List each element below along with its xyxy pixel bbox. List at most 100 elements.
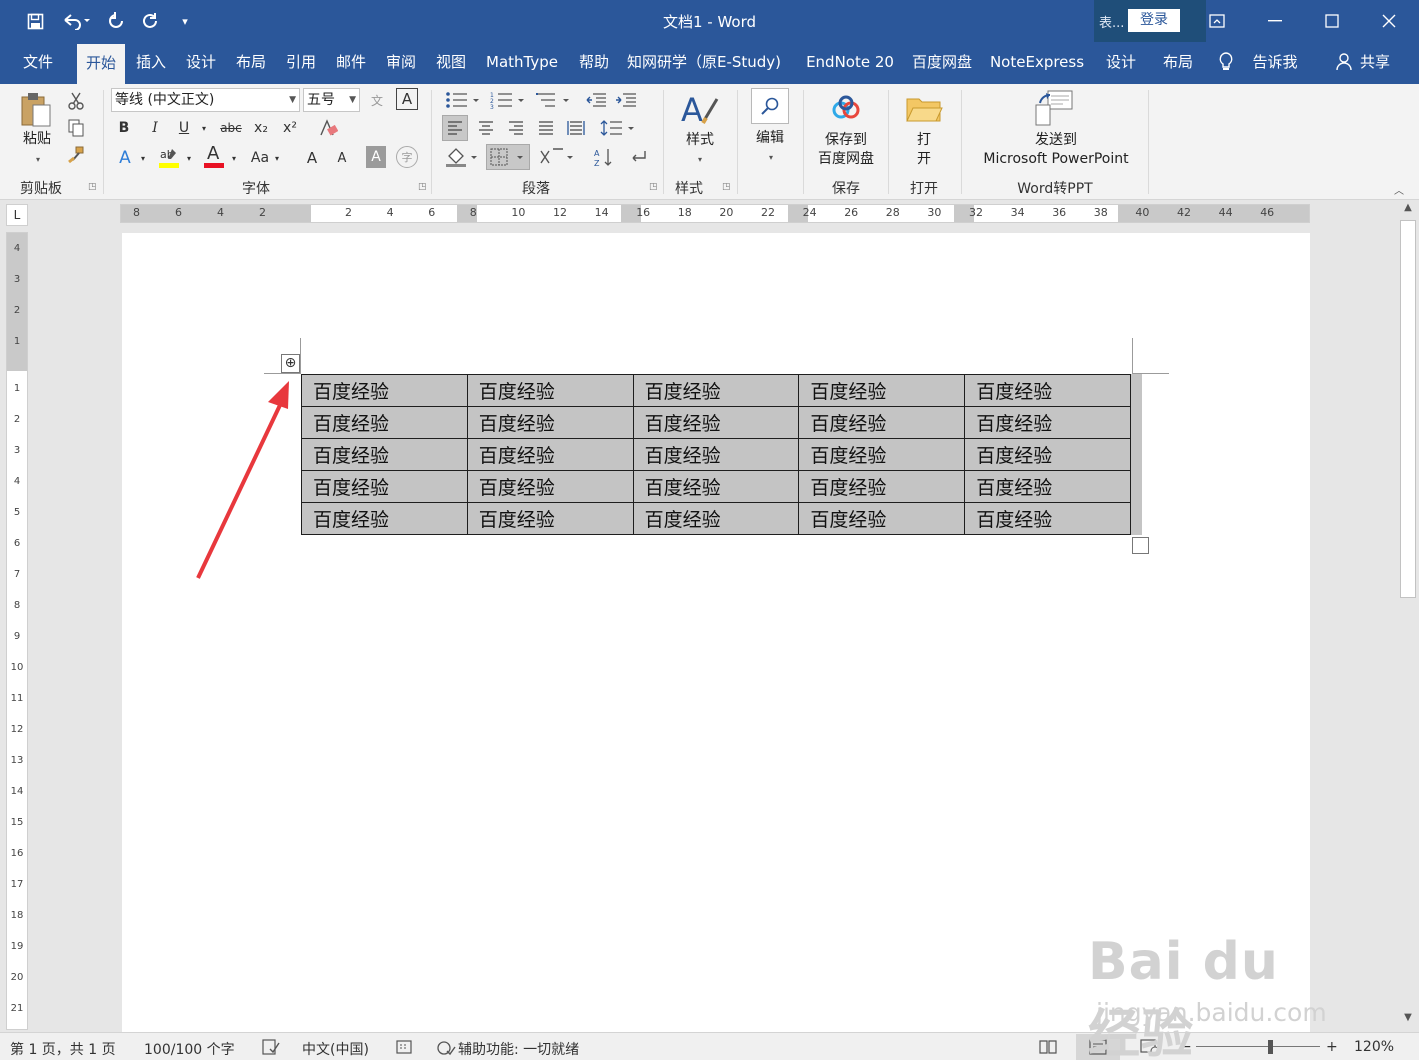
table-cell[interactable]: 百度经验 bbox=[798, 374, 966, 407]
multilevel-list-icon[interactable] bbox=[533, 88, 573, 112]
save-icon[interactable] bbox=[22, 8, 48, 34]
data-table[interactable]: 百度经验 百度经验 百度经验 百度经验 百度经验 百度经验 百度经验 百度经验 百度经验 百度经验… bbox=[301, 374, 1131, 535]
bold-button[interactable]: B bbox=[114, 117, 134, 139]
chevron-down-icon[interactable]: ▾ bbox=[765, 148, 777, 167]
superscript-button[interactable]: x² bbox=[278, 117, 302, 139]
undo-icon[interactable] bbox=[58, 8, 94, 34]
tab-insert[interactable]: 插入 bbox=[127, 42, 175, 84]
editing-button[interactable]: 编辑 bbox=[746, 129, 794, 148]
grow-font-button[interactable]: A bbox=[302, 146, 322, 170]
lightbulb-icon[interactable] bbox=[1216, 42, 1236, 84]
paste-dropdown-icon[interactable]: ▾ bbox=[32, 150, 44, 169]
format-painter-icon[interactable] bbox=[64, 144, 88, 166]
tab-layout[interactable]: 布局 bbox=[227, 42, 275, 84]
highlight-color-icon[interactable]: ab bbox=[157, 144, 181, 170]
tab-references[interactable]: 引用 bbox=[277, 42, 325, 84]
styles-gallery-icon[interactable]: A bbox=[678, 88, 720, 132]
paste-icon[interactable] bbox=[16, 90, 56, 130]
read-mode-icon[interactable] bbox=[1038, 1039, 1058, 1059]
table-cell[interactable]: 百度经验 bbox=[632, 470, 800, 503]
table-cell[interactable]: 百度经验 bbox=[964, 406, 1131, 439]
proofing-icon[interactable] bbox=[262, 1039, 280, 1059]
tab-baidu-netdisk[interactable]: 百度网盘 bbox=[906, 42, 978, 84]
macro-record-icon[interactable] bbox=[396, 1039, 412, 1059]
table-cell[interactable]: 百度经验 bbox=[301, 438, 468, 471]
send-to-ppt-line2[interactable]: Microsoft PowerPoint bbox=[970, 150, 1142, 169]
cut-icon[interactable] bbox=[64, 90, 88, 112]
table-cell[interactable]: 百度经验 bbox=[466, 502, 634, 535]
table-cell[interactable]: 百度经验 bbox=[798, 470, 966, 503]
scroll-thumb[interactable] bbox=[1400, 220, 1416, 598]
table-row[interactable]: 百度经验 百度经验 百度经验 百度经验 百度经验 bbox=[301, 502, 1131, 535]
line-spacing-icon[interactable] bbox=[598, 115, 638, 141]
save-to-baidu-line1[interactable]: 保存到 bbox=[810, 131, 882, 150]
tab-home[interactable]: 开始 bbox=[77, 44, 125, 84]
accessibility-icon[interactable] bbox=[436, 1039, 456, 1060]
table-cell[interactable]: 百度经验 bbox=[466, 374, 634, 407]
page-count[interactable]: 第 1 页，共 1 页 bbox=[10, 1039, 116, 1059]
customize-qat-icon[interactable]: ▾ bbox=[172, 8, 198, 34]
character-border-icon[interactable]: A bbox=[396, 88, 418, 110]
decrease-indent-icon[interactable] bbox=[583, 88, 609, 112]
tab-file[interactable]: 文件 bbox=[14, 42, 62, 84]
table-row[interactable]: 百度经验 百度经验 百度经验 百度经验 百度经验 bbox=[301, 438, 1131, 471]
table-cell[interactable]: 百度经验 bbox=[466, 438, 634, 471]
chinese-layout-icon[interactable] bbox=[537, 144, 577, 170]
show-marks-icon[interactable] bbox=[626, 144, 650, 170]
styles-launcher-icon[interactable]: ◳ bbox=[722, 182, 731, 192]
underline-dropdown-icon[interactable]: ▾ bbox=[198, 117, 210, 139]
font-launcher-icon[interactable]: ◳ bbox=[418, 182, 427, 192]
distributed-icon[interactable] bbox=[563, 115, 589, 141]
send-to-ppt-icon[interactable] bbox=[1033, 88, 1075, 128]
table-cell[interactable]: 百度经验 bbox=[301, 406, 468, 439]
phonetic-guide-icon[interactable]: 文 bbox=[366, 88, 388, 112]
table-cell[interactable]: 百度经验 bbox=[466, 406, 634, 439]
table-cell[interactable]: 百度经验 bbox=[964, 470, 1131, 503]
chevron-down-icon[interactable]: ▾ bbox=[272, 146, 282, 170]
find-icon[interactable] bbox=[751, 88, 789, 124]
open-button-line2[interactable]: 开 bbox=[914, 150, 934, 169]
close-icon[interactable] bbox=[1360, 0, 1418, 42]
table-cell[interactable]: 百度经验 bbox=[632, 406, 800, 439]
tab-table-layout[interactable]: 布局 bbox=[1154, 42, 1202, 84]
tab-design[interactable]: 设计 bbox=[177, 42, 225, 84]
shrink-font-button[interactable]: A bbox=[332, 146, 352, 170]
table-cell[interactable]: 百度经验 bbox=[632, 438, 800, 471]
tab-review[interactable]: 审阅 bbox=[377, 42, 425, 84]
numbering-icon[interactable]: 123 bbox=[488, 88, 528, 112]
save-to-baidu-line2[interactable]: 百度网盘 bbox=[810, 150, 882, 169]
table-cell[interactable]: 百度经验 bbox=[798, 406, 966, 439]
bullets-icon[interactable] bbox=[443, 88, 483, 112]
text-effects-button[interactable]: A bbox=[114, 146, 136, 170]
table-cell[interactable]: 百度经验 bbox=[964, 374, 1131, 407]
table-cell[interactable]: 百度经验 bbox=[964, 502, 1131, 535]
zoom-level[interactable]: 120% bbox=[1354, 1039, 1394, 1055]
table-resize-handle[interactable] bbox=[1132, 537, 1149, 554]
minimize-icon[interactable] bbox=[1246, 0, 1304, 42]
align-center-icon[interactable] bbox=[473, 115, 499, 141]
table-cell[interactable]: 百度经验 bbox=[632, 374, 800, 407]
tab-selector[interactable]: L bbox=[6, 204, 28, 226]
tab-help[interactable]: 帮助 bbox=[570, 42, 618, 84]
share-button[interactable]: 共享 bbox=[1356, 42, 1394, 84]
character-shading-icon[interactable]: A bbox=[366, 146, 386, 168]
table-cell[interactable]: 百度经验 bbox=[301, 470, 468, 503]
ribbon-display-icon[interactable] bbox=[1188, 0, 1246, 42]
tab-mathtype[interactable]: MathType bbox=[478, 42, 566, 84]
send-to-ppt-line1[interactable]: 发送到 bbox=[970, 131, 1142, 150]
italic-button[interactable]: I bbox=[145, 117, 165, 139]
chevron-down-icon[interactable]: ▾ bbox=[229, 146, 239, 170]
underline-button[interactable]: U bbox=[174, 117, 194, 139]
chevron-down-icon[interactable]: ▾ bbox=[138, 146, 148, 170]
copy-icon[interactable] bbox=[64, 117, 88, 139]
tab-noteexpress[interactable]: NoteExpress bbox=[984, 42, 1090, 84]
horizontal-ruler[interactable]: 8 6 4 2 2 4 6 8 10 12 14 16 18 20 22 24 26 28 30 32 34 36 38 40… bbox=[120, 204, 1310, 223]
accessibility-status[interactable]: 辅助功能: 一切就绪 bbox=[458, 1039, 579, 1059]
tab-cnki-estudy[interactable]: 知网研学（原E-Study) bbox=[620, 42, 788, 84]
table-row[interactable]: 百度经验 百度经验 百度经验 百度经验 百度经验 bbox=[301, 470, 1131, 503]
change-case-button[interactable]: Aa bbox=[248, 146, 272, 170]
clipboard-launcher-icon[interactable]: ◳ bbox=[88, 182, 97, 192]
borders-icon[interactable] bbox=[486, 144, 530, 170]
table-cell[interactable]: 百度经验 bbox=[964, 438, 1131, 471]
table-cell[interactable]: 百度经验 bbox=[798, 502, 966, 535]
